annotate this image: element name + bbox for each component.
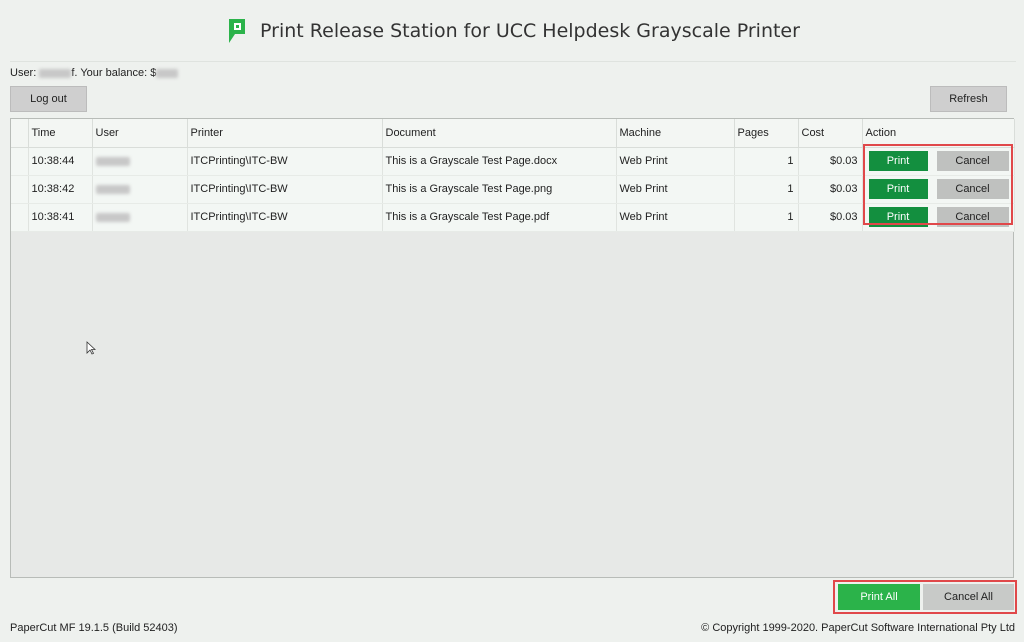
- column-header-action: Action: [862, 119, 1015, 148]
- job-machine: Web Print: [616, 175, 735, 204]
- row-selector[interactable]: [11, 147, 29, 176]
- print-jobs-table: Time User Printer Document Machine Pages…: [10, 118, 1015, 578]
- job-document: This is a Grayscale Test Page.pdf: [382, 203, 617, 232]
- user-name-redacted: [39, 68, 72, 78]
- column-header-machine[interactable]: Machine: [616, 119, 735, 148]
- table-row[interactable]: 10:38:41 ITCPrinting\ITC-BW This is a Gr…: [11, 203, 1015, 232]
- print-job-button[interactable]: Print: [868, 207, 928, 227]
- table-header-row: Time User Printer Document Machine Pages…: [11, 119, 1015, 148]
- copyright-text: © Copyright 1999-2020. PaperCut Software…: [701, 622, 1015, 634]
- page-title: Print Release Station for UCC Helpdesk G…: [260, 19, 800, 42]
- job-machine: Web Print: [616, 203, 735, 232]
- column-header-cost[interactable]: Cost: [798, 119, 863, 148]
- column-header-document[interactable]: Document: [382, 119, 617, 148]
- job-document: This is a Grayscale Test Page.png: [382, 175, 617, 204]
- job-actions: Print Cancel: [862, 147, 1015, 176]
- job-user-redacted: [92, 203, 188, 232]
- print-job-button[interactable]: Print: [868, 179, 928, 199]
- bulk-actions-highlight-box: Print All Cancel All: [833, 580, 1017, 614]
- job-document: This is a Grayscale Test Page.docx: [382, 147, 617, 176]
- logout-button[interactable]: Log out: [10, 86, 87, 112]
- user-balance-line: User: f. Your balance: $: [10, 67, 179, 79]
- table-row[interactable]: 10:38:44 ITCPrinting\ITC-BW This is a Gr…: [11, 147, 1015, 176]
- job-machine: Web Print: [616, 147, 735, 176]
- cancel-job-button[interactable]: Cancel: [936, 151, 1009, 171]
- job-pages: 1: [734, 147, 799, 176]
- job-cost: $0.03: [798, 147, 863, 176]
- job-user-redacted: [92, 147, 188, 176]
- job-time: 10:38:44: [28, 147, 93, 176]
- print-job-button[interactable]: Print: [868, 151, 928, 171]
- job-actions: Print Cancel: [862, 203, 1015, 232]
- job-printer: ITCPrinting\ITC-BW: [187, 147, 383, 176]
- cancel-job-button[interactable]: Cancel: [936, 207, 1009, 227]
- column-header-user[interactable]: User: [92, 119, 188, 148]
- balance-label: . Your balance: $: [74, 67, 157, 79]
- job-printer: ITCPrinting\ITC-BW: [187, 203, 383, 232]
- job-time: 10:38:41: [28, 203, 93, 232]
- page-header: Print Release Station for UCC Helpdesk G…: [10, 0, 1016, 62]
- row-selector[interactable]: [11, 175, 29, 204]
- row-selector[interactable]: [11, 203, 29, 232]
- cancel-all-button[interactable]: Cancel All: [923, 584, 1014, 610]
- user-label: User:: [10, 67, 40, 79]
- refresh-button[interactable]: Refresh: [930, 86, 1007, 112]
- job-user-redacted: [92, 175, 188, 204]
- version-info: PaperCut MF 19.1.5 (Build 52403): [10, 622, 178, 634]
- cancel-job-button[interactable]: Cancel: [936, 179, 1009, 199]
- column-header-time[interactable]: Time: [28, 119, 93, 148]
- job-printer: ITCPrinting\ITC-BW: [187, 175, 383, 204]
- job-pages: 1: [734, 175, 799, 204]
- row-selector-header: [11, 119, 29, 148]
- print-all-button[interactable]: Print All: [838, 584, 920, 610]
- job-cost: $0.03: [798, 175, 863, 204]
- job-pages: 1: [734, 203, 799, 232]
- mouse-cursor-icon: [86, 341, 96, 355]
- job-time: 10:38:42: [28, 175, 93, 204]
- balance-redacted: [156, 68, 179, 78]
- papercut-logo-icon: [229, 18, 246, 43]
- column-header-printer[interactable]: Printer: [187, 119, 383, 148]
- column-header-pages[interactable]: Pages: [734, 119, 799, 148]
- job-actions: Print Cancel: [862, 175, 1015, 204]
- job-cost: $0.03: [798, 203, 863, 232]
- table-row[interactable]: 10:38:42 ITCPrinting\ITC-BW This is a Gr…: [11, 175, 1015, 204]
